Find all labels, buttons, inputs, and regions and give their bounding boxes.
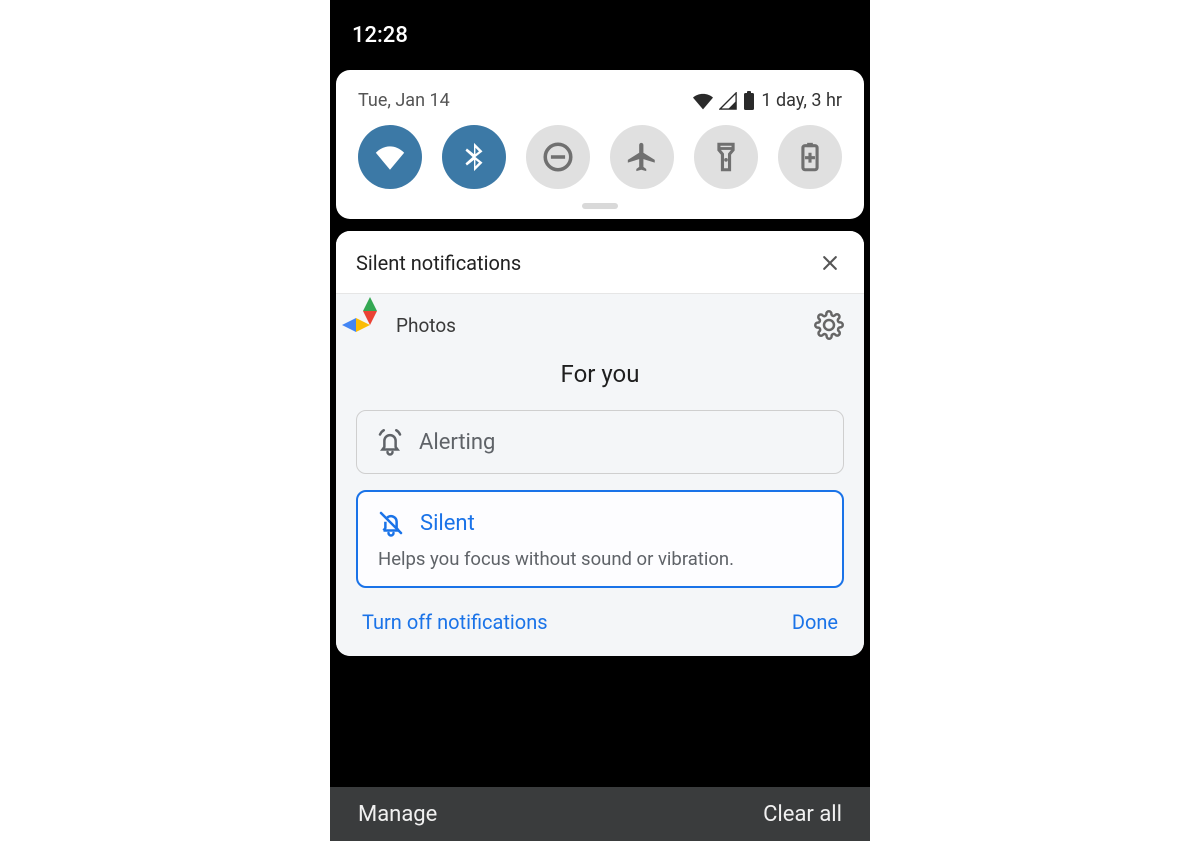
option-alerting[interactable]: Alerting xyxy=(356,410,844,474)
qs-tile-bluetooth[interactable] xyxy=(442,125,506,189)
qs-tile-airplane[interactable] xyxy=(610,125,674,189)
phone-frame: 12:28 Tue, Jan 14 1 day, 3 hr xyxy=(330,0,870,841)
qs-date: Tue, Jan 14 xyxy=(358,90,450,111)
photos-app-icon xyxy=(356,311,384,339)
quick-settings-panel: Tue, Jan 14 1 day, 3 hr xyxy=(336,70,864,219)
qs-drag-handle[interactable] xyxy=(582,203,618,209)
silent-section-header: Silent notifications xyxy=(336,231,864,294)
qs-tile-dnd[interactable] xyxy=(526,125,590,189)
wifi-status-icon xyxy=(693,92,713,110)
done-button[interactable]: Done xyxy=(792,610,838,634)
bluetooth-icon xyxy=(457,140,491,174)
notification-app-row: Photos xyxy=(356,310,844,340)
qs-tiles-row xyxy=(354,125,846,195)
bell-ring-icon xyxy=(375,427,405,457)
status-time: 12:28 xyxy=(352,23,408,48)
option-alerting-label: Alerting xyxy=(419,430,495,455)
notification-app-name: Photos xyxy=(396,314,456,337)
qs-battery-text: 1 day, 3 hr xyxy=(761,90,842,111)
flashlight-icon xyxy=(709,140,743,174)
signal-status-icon xyxy=(719,92,737,110)
silent-section-close[interactable] xyxy=(816,249,844,277)
option-silent[interactable]: Silent Helps you focus without sound or … xyxy=(356,490,844,588)
notification-card: Photos For you Alerting xyxy=(336,294,864,656)
wifi-icon xyxy=(373,140,407,174)
close-icon xyxy=(820,253,840,273)
silent-section-title: Silent notifications xyxy=(356,251,521,275)
notification-heading: For you xyxy=(356,360,844,388)
shade-footer: Manage Clear all xyxy=(330,787,870,841)
gear-icon xyxy=(814,310,844,340)
option-silent-label: Silent xyxy=(420,511,475,536)
battery-status-icon xyxy=(743,91,755,111)
qs-header: Tue, Jan 14 1 day, 3 hr xyxy=(354,84,846,125)
clear-all-button[interactable]: Clear all xyxy=(763,802,842,827)
notification-actions: Turn off notifications Done xyxy=(356,588,844,638)
qs-tile-battery-saver[interactable] xyxy=(778,125,842,189)
battery-saver-icon xyxy=(793,140,827,174)
bell-off-icon xyxy=(376,508,406,538)
manage-button[interactable]: Manage xyxy=(358,802,437,827)
option-silent-description: Helps you focus without sound or vibrati… xyxy=(376,548,824,570)
notification-panel: Silent notifications Photos xyxy=(336,231,864,656)
notification-settings-button[interactable] xyxy=(814,310,844,340)
turn-off-notifications-button[interactable]: Turn off notifications xyxy=(362,610,548,634)
qs-tile-flashlight[interactable] xyxy=(694,125,758,189)
status-bar: 12:28 xyxy=(330,0,870,70)
qs-status-icons: 1 day, 3 hr xyxy=(693,90,842,111)
airplane-icon xyxy=(625,140,659,174)
qs-tile-wifi[interactable] xyxy=(358,125,422,189)
dnd-icon xyxy=(541,140,575,174)
